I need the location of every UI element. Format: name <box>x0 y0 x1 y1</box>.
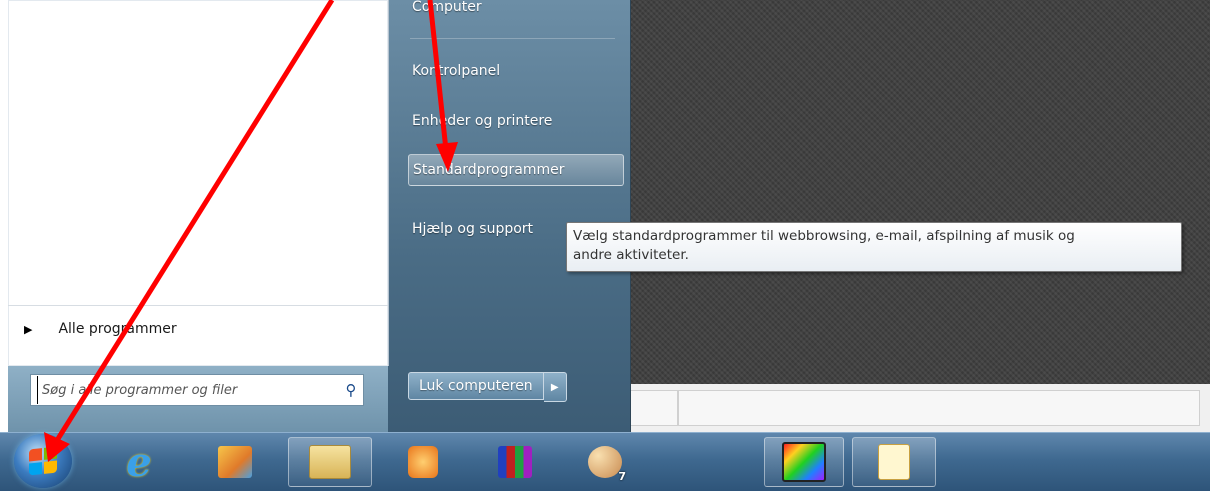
photo-gallery-icon <box>218 446 252 478</box>
taskbar-file-explorer[interactable] <box>288 437 372 487</box>
taskbar-paint-tool[interactable] <box>484 437 546 487</box>
window-strip-segment <box>678 390 1200 426</box>
desktop-background <box>630 0 1210 384</box>
shutdown-button[interactable]: Luk computeren <box>408 372 544 400</box>
paint-palette-icon <box>588 446 622 478</box>
menu-item-control-panel[interactable]: Kontrolpanel <box>408 56 500 86</box>
shutdown-options-arrow-icon[interactable]: ▶ <box>543 372 567 402</box>
taskbar-media-player[interactable] <box>392 437 454 487</box>
search-box[interactable]: ⚲ <box>30 374 364 406</box>
menu-item-help-support[interactable]: Hjælp og support <box>408 214 533 244</box>
default-programs-tooltip: Vælg standardprogrammer til webbrowsing,… <box>566 222 1182 272</box>
desktop-window-strip <box>630 384 1210 432</box>
search-input[interactable] <box>37 376 339 404</box>
menu-item-label: Hjælp og support <box>412 221 534 237</box>
file-explorer-icon <box>309 445 351 479</box>
menu-item-default-programs[interactable]: Standardprogrammer <box>408 154 624 186</box>
tooltip-line-2: andre aktiviteter. <box>573 247 689 263</box>
windows-start-icon <box>29 446 57 476</box>
image-viewer-icon <box>878 444 910 480</box>
paint-tool-icon <box>498 446 532 478</box>
media-player-icon <box>408 446 438 478</box>
taskbar-film-gradient[interactable] <box>764 437 844 487</box>
window-strip-segment <box>630 390 678 426</box>
taskbar-photo-gallery[interactable] <box>204 437 266 487</box>
menu-item-label: Computer <box>412 0 482 15</box>
start-menu-programs-pane <box>8 0 389 366</box>
shutdown-group: Luk computeren ▶ <box>408 372 567 402</box>
menu-item-devices-printers[interactable]: Enheder og printere <box>408 106 552 136</box>
all-programs-label: Alle programmer <box>58 321 177 337</box>
taskbar-internet-explorer[interactable]: e <box>108 437 170 487</box>
menu-item-label: Standardprogrammer <box>413 162 565 178</box>
film-gradient-icon <box>782 442 826 482</box>
all-programs-button[interactable]: ▶ Alle programmer <box>24 316 177 342</box>
triangle-right-icon: ▶ <box>24 322 33 336</box>
internet-explorer-icon: e <box>126 438 152 486</box>
tooltip-line-1: Vælg standardprogrammer til webbrowsing,… <box>573 228 1075 244</box>
taskbar-image-viewer[interactable] <box>852 437 936 487</box>
programs-divider <box>8 305 388 306</box>
menu-item-computer[interactable]: Computer <box>408 0 482 22</box>
menu-item-label: Enheder og printere <box>412 113 553 129</box>
right-pane-divider <box>410 38 615 39</box>
start-button[interactable] <box>14 434 72 488</box>
taskbar: e 7 <box>0 432 1210 491</box>
badge-count: 7 <box>618 470 626 483</box>
search-icon[interactable]: ⚲ <box>339 381 363 399</box>
menu-item-label: Kontrolpanel <box>412 63 501 79</box>
taskbar-paint-palette[interactable]: 7 <box>574 437 636 487</box>
